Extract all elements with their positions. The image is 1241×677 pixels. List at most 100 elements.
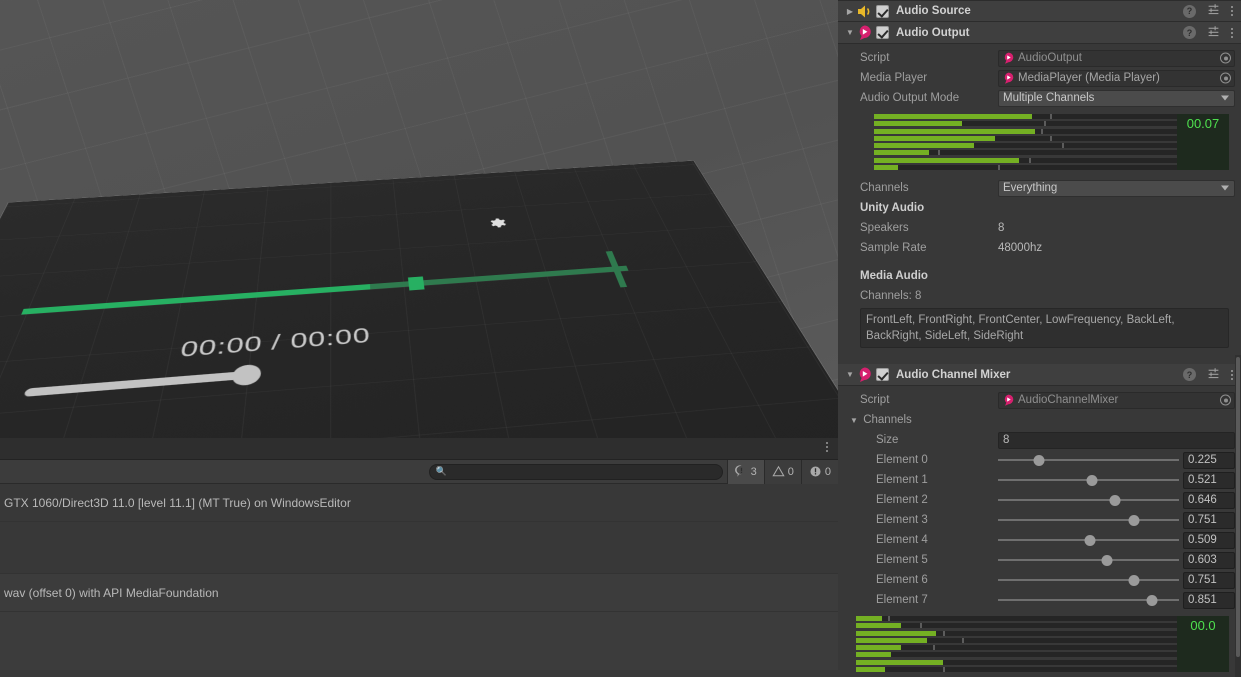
chevron-down-icon[interactable]: ▼	[848, 411, 860, 431]
component-header-audio-source[interactable]: ▶ Audio Source ?	[838, 0, 1241, 22]
gear-icon[interactable]	[487, 217, 511, 232]
console-row[interactable]: wav (offset 0) with API MediaFoundation	[0, 574, 838, 612]
console-row[interactable]	[0, 612, 838, 670]
enable-checkbox-audio-output[interactable]	[876, 26, 889, 39]
media-player-field[interactable]: MediaPlayer (Media Player)	[998, 69, 1235, 87]
preset-sliders-icon[interactable]	[1207, 25, 1220, 41]
console-count-badges: 3 0 0	[726, 459, 838, 484]
element-slider-5[interactable]	[998, 550, 1179, 570]
slider-knob[interactable]	[1146, 595, 1158, 606]
element-slider-4[interactable]	[998, 530, 1179, 550]
element-value-field-2[interactable]: 0.646	[1183, 491, 1235, 509]
help-icon[interactable]: ?	[1183, 368, 1196, 381]
channels-foldout-label: Channels	[863, 414, 912, 426]
enable-checkbox-audio-channel-mixer[interactable]	[876, 368, 889, 381]
element-slider-7[interactable]	[998, 590, 1179, 610]
scene-view[interactable]: 00:00 / 00:00	[0, 0, 838, 438]
slider-knob[interactable]	[1084, 535, 1096, 546]
kebab-menu-icon[interactable]	[1231, 27, 1233, 38]
channels-dropdown[interactable]: Everything	[998, 179, 1235, 197]
element-slider-3[interactable]	[998, 510, 1179, 530]
size-field[interactable]: 8	[998, 431, 1235, 449]
console-row-text: wav (offset 0) with API MediaFoundation	[4, 585, 219, 600]
channels-foldout[interactable]: ▼ Channels	[844, 410, 1235, 430]
speakers-value: 8	[998, 222, 1005, 234]
size-row: Size 8	[844, 430, 1235, 450]
mixer-script-row: Script AudioChannelMixer	[844, 390, 1235, 410]
kebab-menu-icon[interactable]	[1231, 6, 1233, 16]
console-row[interactable]	[0, 522, 838, 574]
preset-sliders-icon[interactable]	[1207, 367, 1220, 383]
element-value-field-6[interactable]: 0.751	[1183, 571, 1235, 589]
log-count: 3	[750, 465, 757, 478]
mixer-script-value: AudioChannelMixer	[1018, 394, 1119, 406]
element-label-4: Element 4	[876, 534, 928, 546]
console-row[interactable]: GTX 1060/Direct3D 11.0 [level 11.1] (MT …	[0, 484, 838, 522]
media-player-value: MediaPlayer (Media Player)	[1018, 72, 1160, 84]
meter-peak-marker	[1049, 114, 1052, 119]
element-slider-6[interactable]	[998, 570, 1179, 590]
slider-knob[interactable]	[1033, 455, 1045, 466]
speakers-label: Speakers	[860, 222, 909, 234]
audio-channel-mixer-body: Script AudioChannelMixer ▼ Channels Size…	[838, 386, 1241, 677]
element-value-field-0[interactable]: 0.225	[1183, 451, 1235, 469]
meter-fill	[856, 659, 943, 665]
media-player-quad[interactable]: 00:00 / 00:00	[0, 160, 838, 438]
avpro-media-icon	[856, 25, 873, 40]
warning-count-badge[interactable]: 0	[763, 459, 801, 484]
console-message-list[interactable]: GTX 1060/Direct3D 11.0 [level 11.1] (MT …	[0, 484, 838, 670]
preset-sliders-icon[interactable]	[1207, 3, 1220, 19]
error-count-badge[interactable]: 0	[800, 459, 838, 484]
meter-fill	[874, 114, 1032, 119]
element-label-2: Element 2	[876, 494, 928, 506]
slider-knob[interactable]	[1109, 495, 1121, 506]
script-field[interactable]: AudioOutput	[998, 49, 1235, 67]
scrollbar-thumb[interactable]	[1236, 357, 1240, 657]
component-header-audio-channel-mixer[interactable]: ▼ Audio Channel Mixer ?	[838, 364, 1241, 386]
console-row-text: GTX 1060/Direct3D 11.0 [level 11.1] (MT …	[4, 495, 351, 510]
help-icon[interactable]: ?	[1183, 26, 1196, 39]
avpro-media-icon	[1002, 52, 1015, 64]
element-value-field-1[interactable]: 0.521	[1183, 471, 1235, 489]
output-mode-row: Audio Output Mode Multiple Channels	[844, 88, 1235, 108]
channels-label: Channels	[860, 182, 909, 194]
help-icon[interactable]: ?	[1183, 4, 1196, 18]
element-slider-row: Element 0 0.225	[844, 450, 1235, 470]
element-value-field-4[interactable]: 0.509	[1183, 531, 1235, 549]
meter-channel-bar	[856, 623, 1177, 629]
object-picker-icon[interactable]	[1220, 72, 1231, 84]
element-value-field-5[interactable]: 0.603	[1183, 551, 1235, 569]
element-slider-2[interactable]	[998, 490, 1179, 510]
meter-bars	[856, 616, 1177, 672]
kebab-menu-icon[interactable]	[1231, 369, 1233, 380]
inspector-scrollbar[interactable]	[1235, 355, 1241, 677]
object-picker-icon[interactable]	[1220, 52, 1231, 64]
enable-checkbox-audio-source[interactable]	[876, 4, 889, 18]
element-value-field-3[interactable]: 0.751	[1183, 511, 1235, 529]
slider-knob[interactable]	[1128, 515, 1140, 526]
output-mode-label: Audio Output Mode	[860, 92, 960, 104]
chevron-down-icon[interactable]: ▼	[844, 370, 856, 379]
element-slider-0[interactable]	[998, 450, 1179, 470]
slider-knob[interactable]	[1128, 575, 1140, 586]
chevron-down-icon[interactable]: ▼	[844, 28, 856, 37]
search-input[interactable]: 🔍	[428, 463, 723, 480]
mixer-script-field[interactable]: AudioChannelMixer	[998, 391, 1235, 409]
slider-knob[interactable]	[1101, 555, 1113, 566]
video-progress-handle[interactable]	[407, 276, 425, 291]
component-title: Audio Source	[896, 5, 971, 17]
element-value-field-7[interactable]: 0.851	[1183, 591, 1235, 609]
meter-peak-marker	[937, 150, 940, 156]
element-label-5: Element 5	[876, 554, 928, 566]
output-mode-dropdown[interactable]: Multiple Channels	[998, 89, 1235, 107]
element-slider-1[interactable]	[998, 470, 1179, 490]
chevron-right-icon[interactable]: ▶	[844, 7, 856, 16]
component-header-audio-output[interactable]: ▼ Audio Output ?	[838, 22, 1241, 44]
log-count-badge[interactable]: 3	[726, 459, 764, 484]
object-picker-icon[interactable]	[1220, 394, 1231, 406]
kebab-menu-icon[interactable]	[826, 442, 828, 452]
meter-peak-marker	[1040, 128, 1043, 134]
slider-knob[interactable]	[1086, 475, 1098, 486]
console-search-field[interactable]	[446, 466, 716, 477]
search-icon: 🔍	[435, 466, 447, 476]
